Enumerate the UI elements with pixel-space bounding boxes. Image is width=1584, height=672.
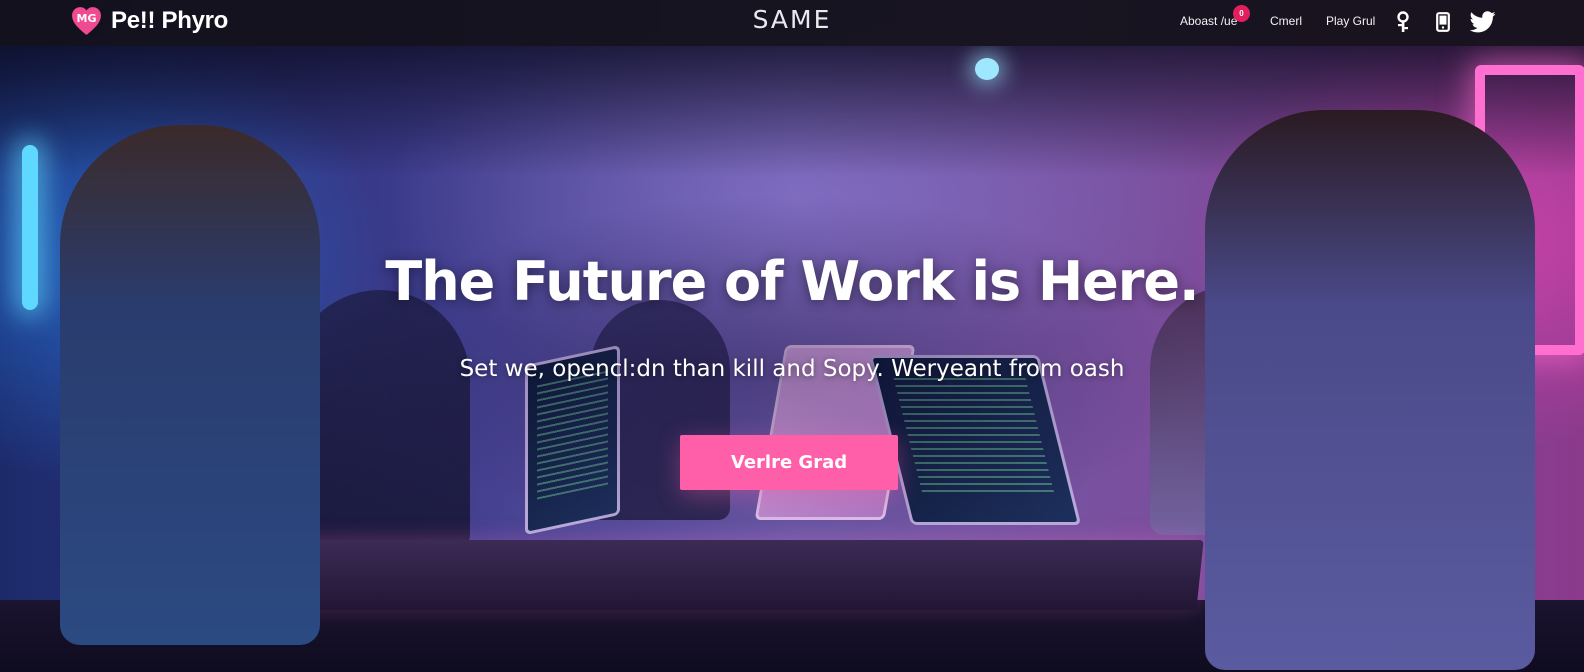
nav-link-play[interactable]: Play Grul — [1326, 14, 1375, 28]
phone-icon[interactable] — [1430, 9, 1456, 35]
key-icon[interactable] — [1390, 9, 1416, 35]
text-vignette — [0, 0, 1584, 672]
nav-link-career[interactable]: Cmerl — [1270, 14, 1302, 28]
hero-cta-button[interactable]: Verlre Grad — [680, 435, 898, 490]
top-navigation-bar: MG Pe!! Phyro SAME Aboast /ue 0 Cmerl Pl… — [0, 0, 1584, 46]
hero-subheadline: Set we, opencl:dn than kill and Sopy. We… — [459, 356, 1125, 382]
nav-link-about-label: Aboast /ue — [1180, 14, 1238, 28]
hero-background-image — [0, 0, 1584, 672]
hero-headline: The Future of Work is Here. — [385, 250, 1199, 313]
notification-badge: 0 — [1233, 5, 1250, 22]
twitter-icon[interactable] — [1470, 9, 1496, 35]
nav-link-about[interactable]: Aboast /ue 0 — [1180, 5, 1250, 28]
